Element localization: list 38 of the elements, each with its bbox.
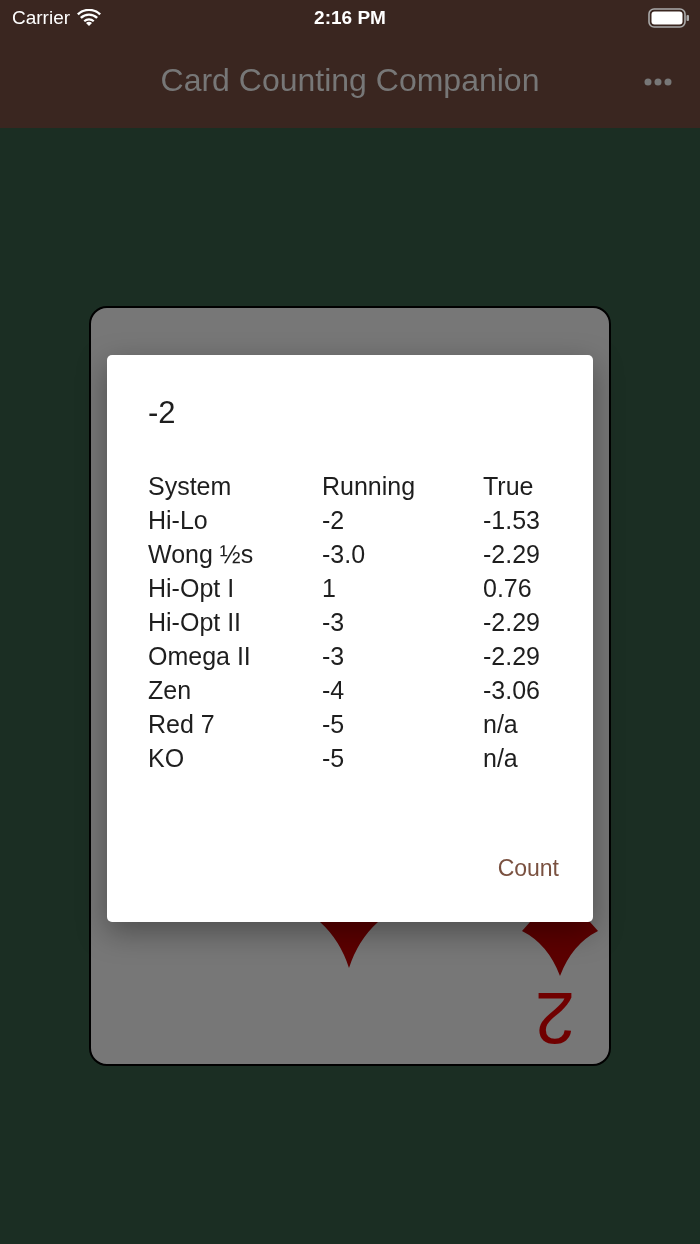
table-cell-text: 1	[322, 573, 336, 604]
table-cell-text: -5	[322, 709, 345, 740]
table-cell-text: -5	[322, 743, 345, 774]
status-time: 2:16 PM	[314, 7, 386, 29]
table-cell-text: KO	[148, 743, 185, 774]
table-cell-text: Hi-Opt I	[148, 573, 235, 604]
table-cell-text: -2	[322, 505, 345, 536]
table-cell-text: Hi-Lo	[148, 505, 208, 536]
table-cell-text: n/a	[483, 743, 518, 774]
count-button[interactable]: Count	[497, 851, 559, 886]
table-cell-text: Red 7	[148, 709, 215, 740]
column-header: System	[148, 471, 232, 502]
diamond-icon	[522, 922, 598, 976]
wifi-icon	[77, 9, 102, 27]
dialog-title: -2	[148, 395, 177, 431]
table-cell-text: 0.76	[483, 573, 532, 604]
battery-icon	[648, 8, 690, 28]
table-cell-text: n/a	[483, 709, 518, 740]
column-header: Running	[322, 471, 416, 502]
table-cell-text: -3	[322, 607, 345, 638]
table-cell-text: -2.29	[483, 539, 540, 570]
carrier-label: Carrier	[12, 7, 71, 29]
column-header: True	[483, 471, 534, 502]
diamond-icon	[320, 922, 378, 968]
table-cell-text: Hi-Opt II	[148, 607, 242, 638]
table-cell-text: -3.06	[483, 675, 540, 706]
table-cell-text: Wong ½s	[148, 539, 254, 570]
table-cell-text: -2.29	[483, 607, 540, 638]
table-cell-text: Zen	[148, 675, 192, 706]
app-title: Card Counting Companion	[160, 61, 540, 99]
card-rank: 2	[535, 982, 576, 1054]
table-cell-text: -2.29	[483, 641, 540, 672]
table-cell-text: -4	[322, 675, 345, 706]
table-cell-text: -3	[322, 641, 345, 672]
table-cell-text: -3.0	[322, 539, 366, 570]
more-icon[interactable]	[644, 78, 672, 86]
table-cell-text: -1.53	[483, 505, 540, 536]
table-cell-text: Omega II	[148, 641, 251, 672]
